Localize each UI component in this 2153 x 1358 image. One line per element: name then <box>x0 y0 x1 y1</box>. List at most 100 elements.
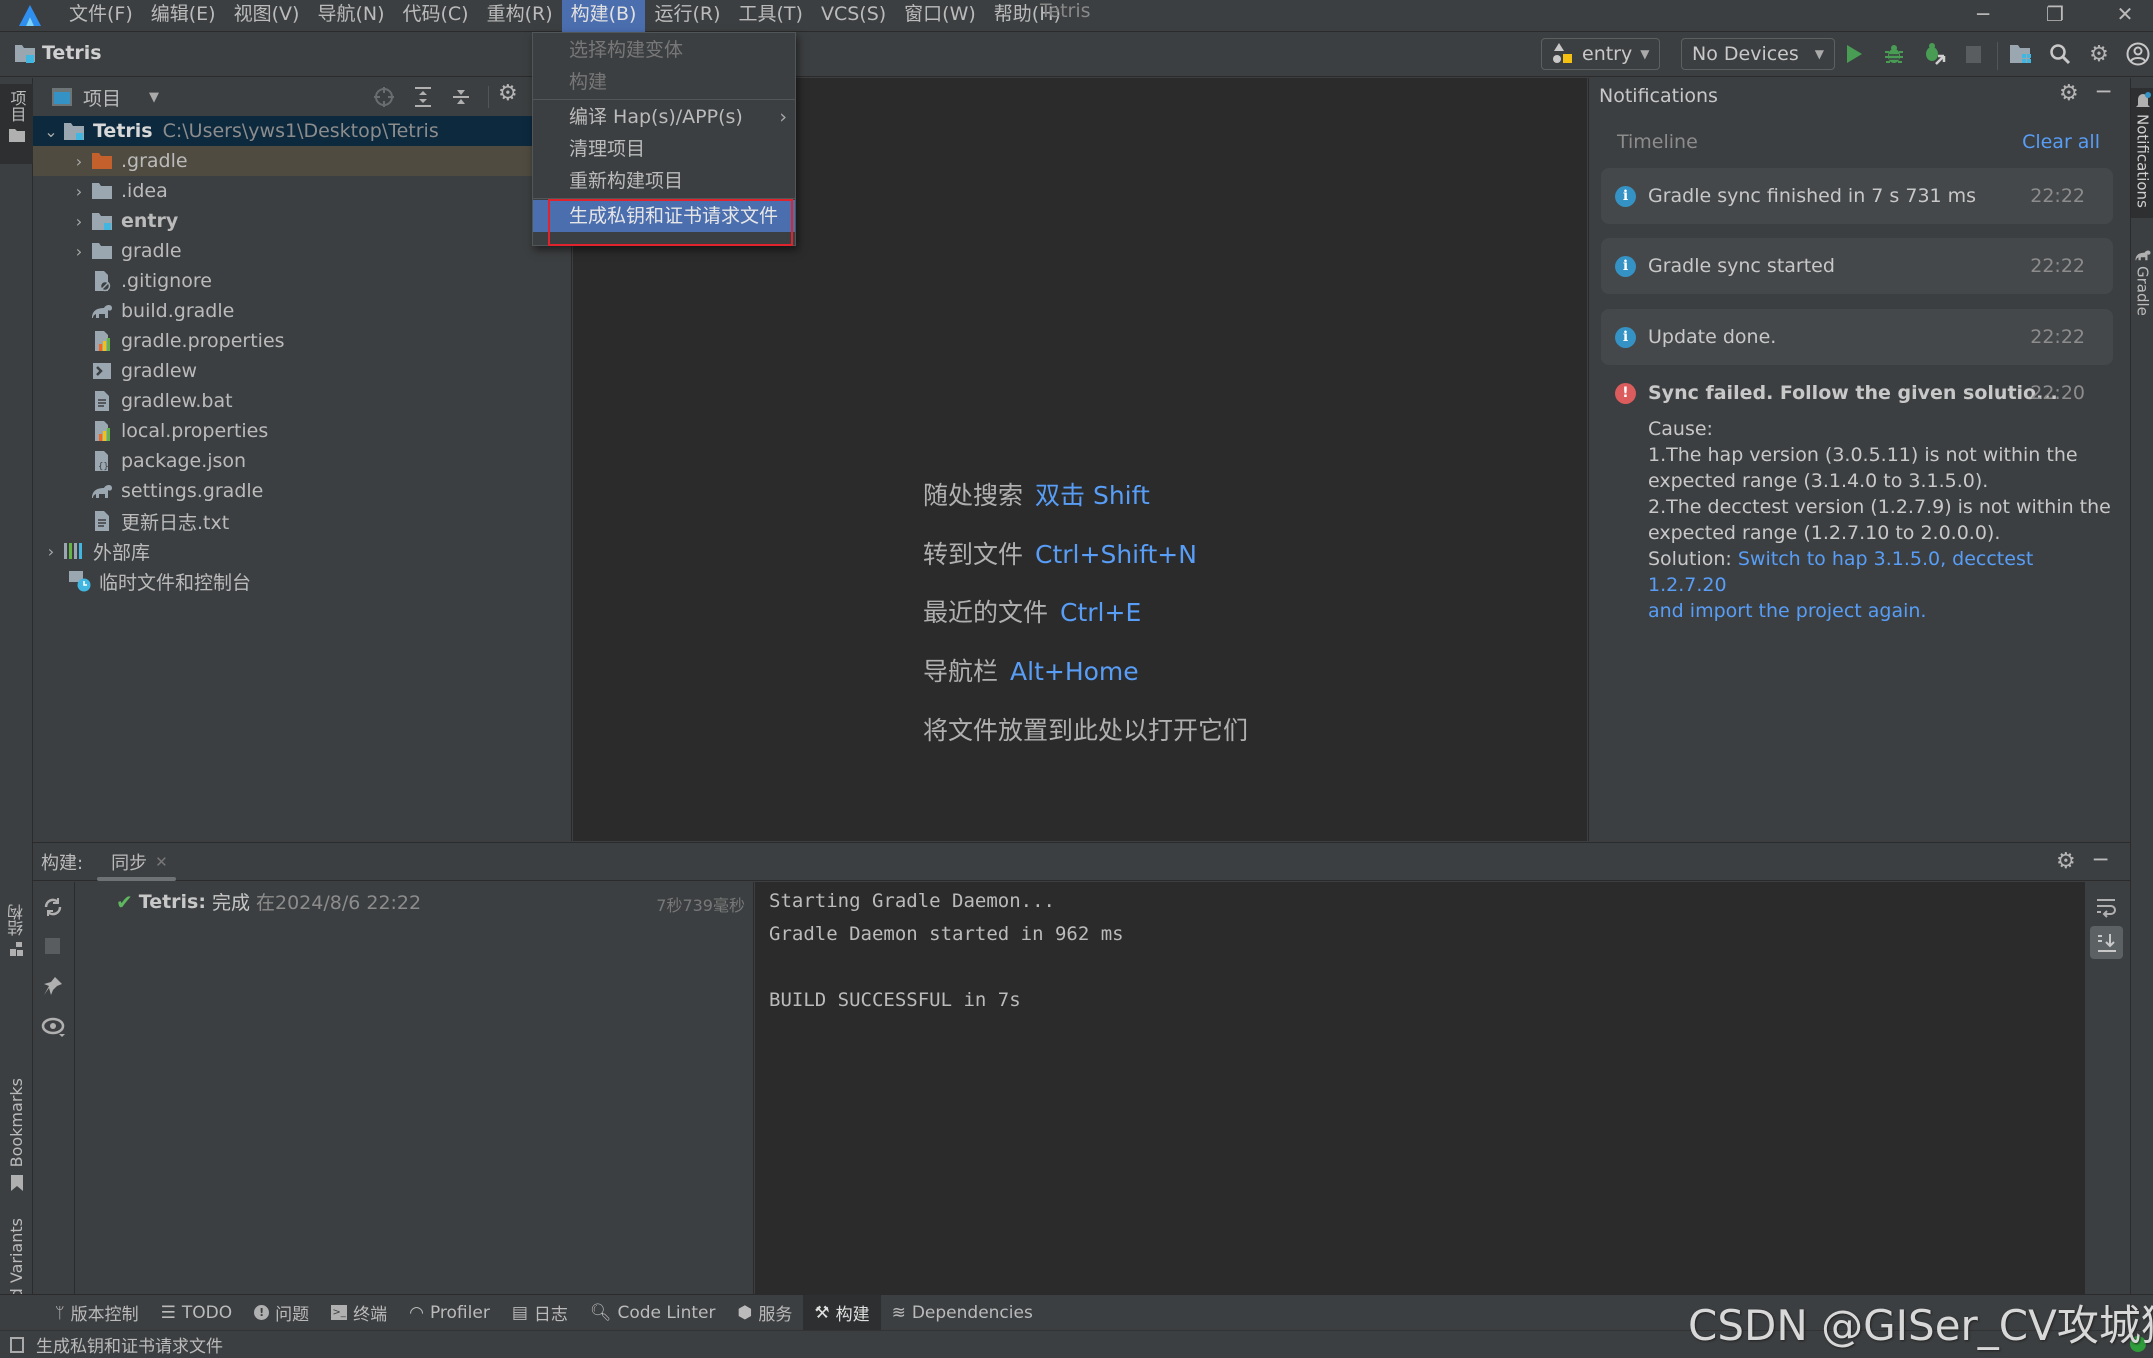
tree-item-settings-gradle[interactable]: settings.gradle <box>33 476 571 506</box>
watermark: CSDN @GISer_CV攻城狮 <box>1688 1301 2153 1350</box>
stop-button[interactable] <box>1959 40 1987 68</box>
account-button[interactable] <box>2124 40 2152 68</box>
tree-item-gradle-properties[interactable]: gradle.properties <box>33 326 571 356</box>
menu-build[interactable]: 构建(B) <box>561 0 646 32</box>
bottom-tab-terminal[interactable]: >_ 终端 <box>320 1295 398 1331</box>
chevron-down-icon[interactable]: ▼ <box>149 90 159 105</box>
hide-panel-button[interactable]: ─ <box>2097 80 2110 105</box>
tree-item-dot-gradle[interactable]: › .gradle <box>33 146 571 176</box>
tree-item-external-libraries[interactable]: › 外部库 <box>33 536 571 566</box>
stop-build-button[interactable] <box>45 938 60 954</box>
menu-view[interactable]: 视图(V) <box>225 0 309 32</box>
stripe-tab-gradle[interactable]: Gradle <box>2131 248 2153 316</box>
chevron-right-icon[interactable]: › <box>69 212 89 231</box>
hide-build-panel-button[interactable]: ─ <box>2094 848 2107 873</box>
toggle-tool-windows-icon[interactable] <box>10 1336 24 1353</box>
tree-item-gitignore[interactable]: .gitignore <box>33 266 571 296</box>
bottom-tab-services[interactable]: ⬢ 服务 <box>726 1295 803 1331</box>
bottom-tab-problems[interactable]: ! 问题 <box>243 1295 320 1331</box>
locate-file-button[interactable] <box>373 86 395 113</box>
bottom-tab-build[interactable]: ⚒ 构建 <box>803 1294 881 1331</box>
menu-item-clean-project[interactable]: 清理项目 <box>533 133 795 165</box>
restore-button[interactable]: ❐ <box>2030 0 2080 28</box>
clear-all-link[interactable]: Clear all <box>2022 131 2100 153</box>
chevron-right-icon[interactable]: › <box>69 242 89 261</box>
notifications-settings-button[interactable]: ⚙ <box>2059 81 2079 106</box>
filter-view-button[interactable] <box>41 1016 67 1042</box>
library-icon <box>61 540 87 562</box>
tree-root-tetris[interactable]: ⌄ Tetris C:\Users\yws1\Desktop\Tetris <box>33 116 571 146</box>
build-console-output[interactable]: Starting Gradle Daemon... Gradle Daemon … <box>755 882 2085 1295</box>
chevron-right-icon[interactable]: › <box>69 182 89 201</box>
expand-all-button[interactable] <box>413 86 433 113</box>
settings-button[interactable]: ⚙ <box>2085 40 2113 68</box>
device-selector[interactable]: No Devices ▼ <box>1681 38 1835 70</box>
debug-button[interactable] <box>1880 40 1908 68</box>
project-view-title[interactable]: 项目 <box>83 84 121 111</box>
menu-code[interactable]: 代码(C) <box>393 0 477 32</box>
tree-item-package-json[interactable]: {} package.json <box>33 446 571 476</box>
resync-button[interactable] <box>42 896 64 922</box>
tree-item-gradlew-bat[interactable]: gradlew.bat <box>33 386 571 416</box>
notification-time: 22:20 <box>2030 382 2085 404</box>
solution-link-continued[interactable]: and import the project again. <box>1648 598 2113 624</box>
menu-edit[interactable]: 编辑(E) <box>142 0 225 32</box>
menu-item-rebuild-project[interactable]: 重新构建项目 <box>533 165 795 197</box>
build-result-row[interactable]: ✔ Tetris: 完成 在2024/8/6 22:22 <box>116 888 421 915</box>
menu-item-build-haps-apps[interactable]: 编译 Hap(s)/APP(s) › <box>533 101 795 133</box>
menu-item-select-build-variant[interactable]: 选择构建变体 <box>533 34 795 66</box>
menu-run[interactable]: 运行(R) <box>645 0 729 32</box>
tab-sync[interactable]: 同步 ✕ <box>97 843 176 881</box>
stripe-tab-structure[interactable]: 结构 <box>0 904 33 956</box>
bottom-tab-log[interactable]: ▤ 日志 <box>501 1295 579 1331</box>
stripe-tab-project[interactable]: 项目 <box>0 84 33 164</box>
menu-navigate[interactable]: 导航(N) <box>308 0 393 32</box>
tree-item-idea[interactable]: › .idea <box>33 176 571 206</box>
close-tab-icon[interactable]: ✕ <box>155 853 168 871</box>
layers-icon: ≋ <box>891 1302 906 1323</box>
tree-item-changelog-txt[interactable]: 更新日志.txt <box>33 506 571 536</box>
collapse-all-button[interactable] <box>451 86 471 113</box>
run-button[interactable] <box>1840 40 1868 68</box>
build-settings-button[interactable]: ⚙ <box>2056 849 2076 874</box>
menu-refactor[interactable]: 重构(R) <box>478 0 562 32</box>
tree-item-gradle[interactable]: › gradle <box>33 236 571 266</box>
minimize-button[interactable]: ─ <box>1958 0 2008 28</box>
scroll-to-end-button[interactable] <box>2090 926 2123 959</box>
notification-card[interactable]: i Gradle sync finished in 7 s 731 ms 22:… <box>1601 168 2113 224</box>
attach-debugger-button[interactable] <box>1920 40 1948 68</box>
chevron-right-icon[interactable]: › <box>41 542 61 561</box>
notification-card[interactable]: i Gradle sync started 22:22 <box>1601 238 2113 294</box>
project-structure-button[interactable] <box>2007 40 2035 68</box>
stripe-tab-bookmarks[interactable]: Bookmarks <box>0 1078 33 1192</box>
search-everywhere-button[interactable] <box>2046 40 2074 68</box>
menu-window[interactable]: 窗口(W) <box>895 0 985 32</box>
chevron-right-icon[interactable]: › <box>69 152 89 171</box>
menu-vcs[interactable]: VCS(S) <box>812 0 895 32</box>
tree-item-scratches[interactable]: 临时文件和控制台 <box>33 566 571 596</box>
tree-item-build-gradle[interactable]: build.gradle <box>33 296 571 326</box>
menu-tools[interactable]: 工具(T) <box>730 0 812 32</box>
run-config-selector[interactable]: entry ▼ <box>1541 38 1661 70</box>
notification-card[interactable]: i Update done. 22:22 <box>1601 309 2113 365</box>
bottom-tab-version-control[interactable]: ᛘ 版本控制 <box>44 1295 150 1331</box>
close-window-button[interactable]: ✕ <box>2100 0 2150 28</box>
bottom-tab-code-linter[interactable]: 🔍︎ Code Linter <box>579 1295 727 1331</box>
breadcrumb[interactable]: Tetris <box>14 42 102 64</box>
gradle-elephant-icon <box>89 300 115 322</box>
tree-item-entry[interactable]: › entry <box>33 206 571 236</box>
build-duration: 7秒739毫秒 <box>656 896 745 915</box>
menu-file[interactable]: 文件(F) <box>60 0 142 32</box>
chevron-down-icon[interactable]: ⌄ <box>41 122 61 141</box>
tree-item-local-properties[interactable]: local.properties <box>33 416 571 446</box>
pin-tab-button[interactable] <box>42 975 64 1001</box>
tree-item-gradlew[interactable]: gradlew <box>33 356 571 386</box>
tree-item-label: build.gradle <box>121 300 235 322</box>
project-options-button[interactable]: ⚙ <box>498 81 518 106</box>
bottom-tab-dependencies[interactable]: ≋ Dependencies <box>881 1295 1044 1331</box>
stripe-tab-notifications[interactable]: Notifications <box>2131 88 2153 218</box>
bottom-tab-todo[interactable]: ☰ TODO <box>150 1295 244 1331</box>
bottom-tab-profiler[interactable]: ◠ Profiler <box>398 1295 501 1331</box>
menu-item-build[interactable]: 构建 <box>533 66 795 98</box>
soft-wrap-button[interactable] <box>2095 896 2117 922</box>
